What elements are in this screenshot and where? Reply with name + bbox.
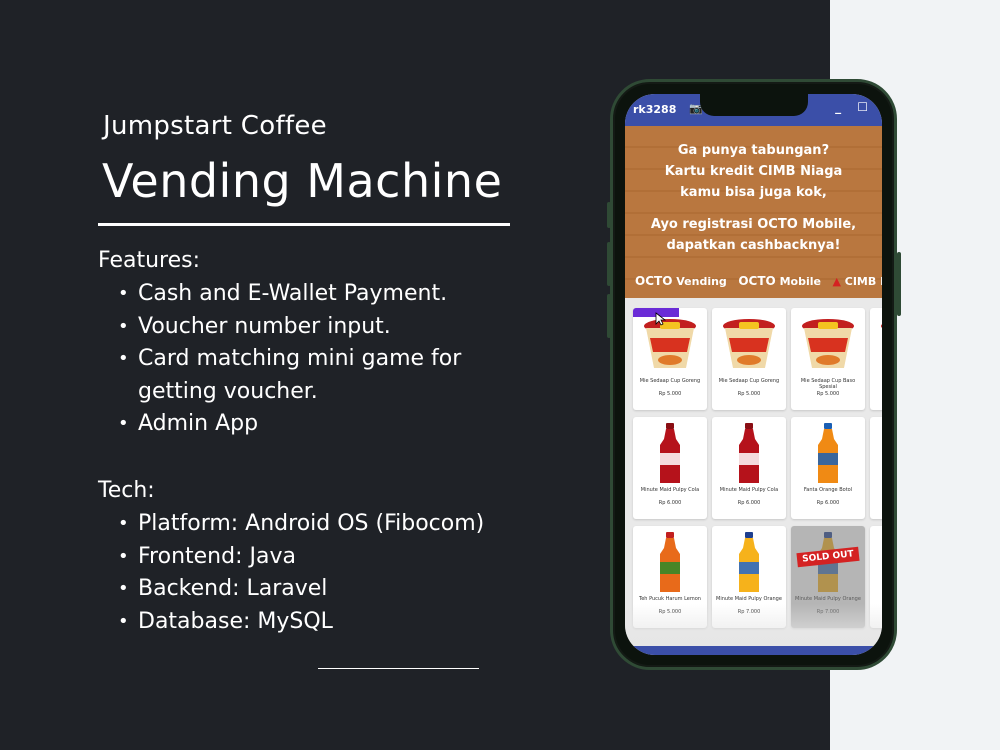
title-divider <box>98 223 510 226</box>
screen-fade <box>625 604 882 646</box>
product-price: Rp 6.000 <box>658 500 682 506</box>
drink-bottle-image <box>660 532 680 592</box>
feature-item-continuation: getting voucher. <box>138 378 318 404</box>
mouse-cursor-icon <box>655 312 667 326</box>
phone-power-button <box>897 252 901 316</box>
phone-screen: rk3288 📷 _ ☐ Ga punya tabungan? Kartu kr… <box>625 94 882 655</box>
noodle-cup-image <box>881 324 882 328</box>
product-card[interactable]: Mie Sedaap Cup Baso Spesial Rp 5.000 <box>791 308 865 410</box>
cimb-niaga-logo: CIMB NIAGA <box>844 275 882 288</box>
drink-bottle-image <box>818 423 838 483</box>
product-card[interactable]: Mie Sedaap Cup Goreng Rp 5.000 <box>712 308 786 410</box>
product-price: Rp 6.000 <box>737 500 761 506</box>
product-card[interactable]: Mie Se <box>870 308 882 410</box>
banner-text-bottom: Ayo registrasi OCTO Mobile, dapatkan cas… <box>650 217 857 253</box>
tech-item: Frontend: Java <box>114 541 484 574</box>
product-name: Mie Se <box>872 378 882 384</box>
phone-volume-up <box>607 242 611 286</box>
drink-bottle-image <box>739 532 759 592</box>
product-name: Teh Pucuk Harum Lemon <box>639 596 701 602</box>
window-controls[interactable]: _ ☐ <box>835 100 874 114</box>
tech-item: Backend: Laravel <box>114 573 484 606</box>
features-list: Cash and E-Wallet Payment. Voucher numbe… <box>114 278 461 441</box>
product-card[interactable]: Fanta Orange Botol Rp 6.000 <box>791 417 865 519</box>
tech-list: Platform: Android OS (Fibocom) Frontend:… <box>114 508 484 638</box>
promo-banner[interactable]: Ga punya tabungan? Kartu kredit CIMB Nia… <box>625 126 882 298</box>
banner-text-top: Ga punya tabungan? Kartu kredit CIMB Nia… <box>664 143 843 200</box>
feature-item: Voucher number input. <box>114 311 461 344</box>
product-card <box>870 417 882 519</box>
noodle-cup-image <box>802 319 854 368</box>
product-card[interactable]: Minute Maid Pulpy Cola Rp 6.000 <box>633 417 707 519</box>
banner-logos: OCTO Vending OCTO Mobile ▲ CIMB NIAGA <box>635 274 882 288</box>
tech-item: Database: MySQL <box>114 606 484 639</box>
drink-bottle-image <box>739 423 759 483</box>
noodle-cup-image <box>644 319 696 368</box>
product-price: Rp 6.000 <box>816 500 840 506</box>
phone-mockup: rk3288 📷 _ ☐ Ga punya tabungan? Kartu kr… <box>607 79 901 670</box>
subtitle: Jumpstart Coffee <box>103 111 327 141</box>
product-name: Minute Maid Pulpy Cola <box>719 487 779 493</box>
product-price: Rp 5.000 <box>816 391 840 397</box>
product-card[interactable]: Mie Sedaap Cup Goreng Rp 5.000 <box>633 308 707 410</box>
drink-bottle-image <box>660 423 680 483</box>
product-name: Mie Sedaap Cup Goreng <box>718 378 780 384</box>
product-name: Mie Sedaap Cup Baso Spesial <box>800 378 856 390</box>
bottom-divider <box>318 668 479 669</box>
feature-item: Cash and E-Wallet Payment. <box>114 278 461 311</box>
product-name: Minute Maid Pulpy Orange <box>716 596 782 602</box>
product-price: Rp 5.000 <box>658 391 682 397</box>
phone-side-button <box>607 202 611 228</box>
feature-item: Card matching mini game for <box>114 343 461 376</box>
phone-volume-down <box>607 294 611 338</box>
product-name: Mie Sedaap Cup Goreng <box>639 378 701 384</box>
feature-item: Admin App <box>114 408 461 441</box>
product-name: Fanta Orange Botol <box>803 487 853 493</box>
noodle-cup-image <box>723 319 775 368</box>
octo-mobile-logo: OCTO <box>738 274 776 288</box>
product-name: Minute Maid Pulpy Cola <box>640 487 700 493</box>
product-card[interactable]: Minute Maid Pulpy Cola Rp 6.000 <box>712 417 786 519</box>
tech-item: Platform: Android OS (Fibocom) <box>114 508 484 541</box>
account-name: rk3288 <box>633 103 677 116</box>
octo-vending-logo: OCTO <box>635 274 673 288</box>
page-title: Vending Machine <box>102 154 503 208</box>
app-bottom-bar <box>625 646 882 655</box>
product-price: Rp 5.000 <box>737 391 761 397</box>
tech-label: Tech: <box>98 478 155 503</box>
phone-notch <box>700 94 808 116</box>
features-label: Features: <box>98 248 201 273</box>
